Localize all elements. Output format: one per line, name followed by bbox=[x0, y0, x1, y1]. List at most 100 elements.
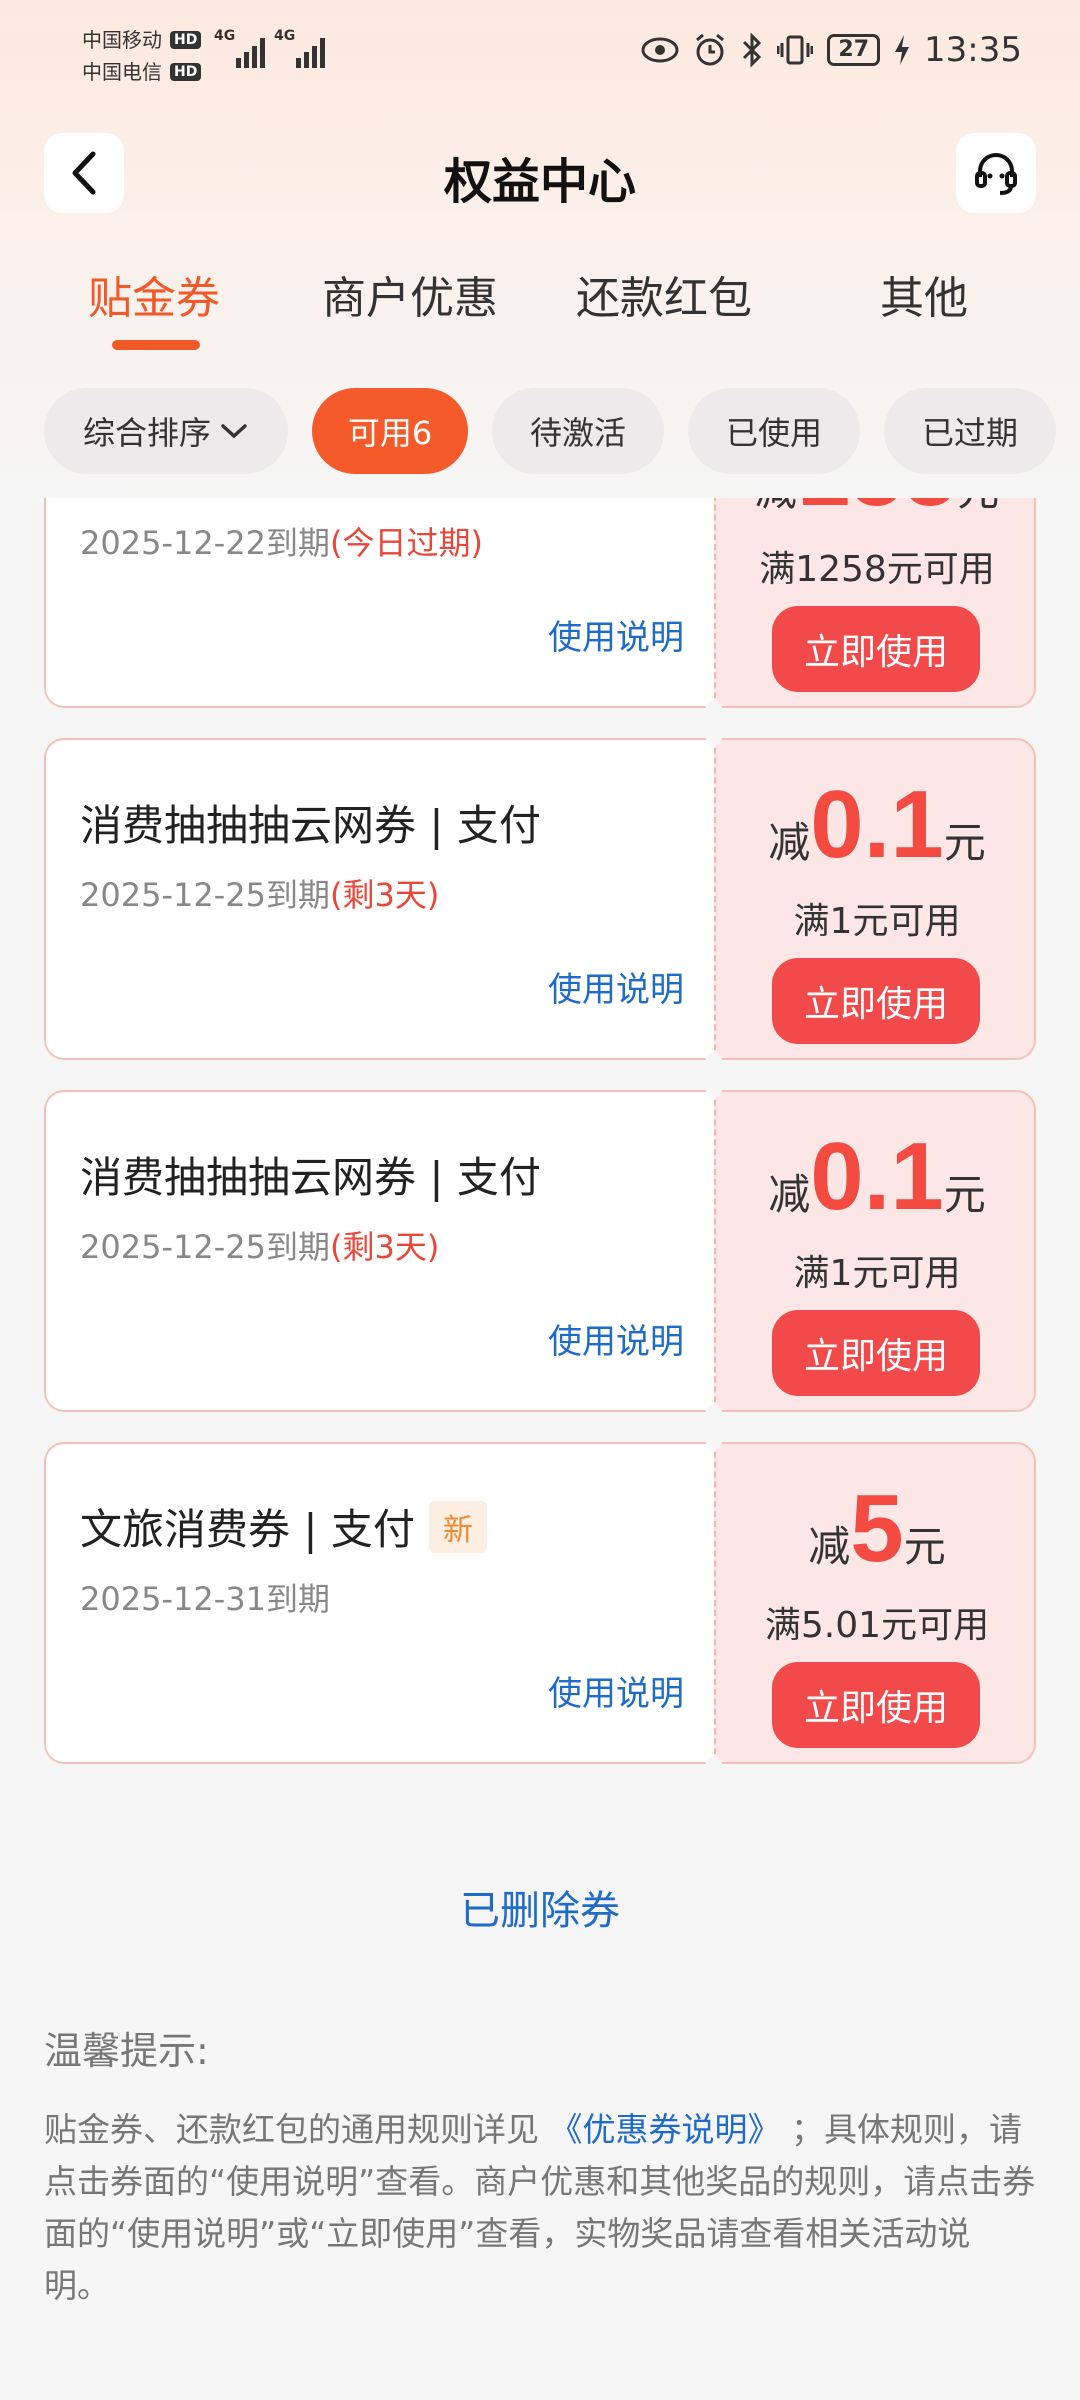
expiry-date: 2025-12-31到期 bbox=[80, 1580, 330, 1618]
status-icons: 27 13:35 bbox=[641, 30, 1022, 70]
coupon-card: 消费抽抽抽云网券 | 支付 2025-12-25到期(剩3天) 使用说明 减0.… bbox=[44, 730, 1036, 1068]
charging-icon bbox=[895, 35, 910, 65]
min-spend-condition: 满1元可用 bbox=[793, 901, 961, 942]
active-tab-indicator bbox=[112, 340, 200, 350]
page-title: 权益中心 bbox=[443, 154, 636, 210]
filter-available[interactable]: 可用6 bbox=[312, 388, 468, 474]
expiry-note: (剩3天) bbox=[329, 876, 440, 914]
eye-icon bbox=[641, 37, 679, 63]
coupon-info: 消费抽抽抽云网券 | 支付 2025-12-25到期(剩3天) 使用说明 bbox=[44, 738, 714, 1060]
usage-instructions-link[interactable]: 使用说明 bbox=[548, 610, 684, 659]
usage-instructions-link[interactable]: 使用说明 bbox=[548, 962, 684, 1011]
page-header: 权益中心 bbox=[0, 130, 1080, 220]
usage-instructions-link[interactable]: 使用说明 bbox=[548, 1666, 684, 1715]
notch bbox=[706, 1082, 722, 1098]
coupon-value: 减155元 满1258元可用 立即使用 bbox=[714, 498, 1036, 708]
tab-repayment-red-packet[interactable]: 还款红包 bbox=[576, 262, 752, 326]
notch bbox=[706, 1404, 722, 1420]
discount-amount: 减155元 bbox=[716, 498, 1038, 528]
sort-label: 综合排序 bbox=[82, 414, 211, 452]
tips-title: 温馨提示: bbox=[44, 2029, 209, 2073]
coupon-info: 文旅消费券 | 支付新 2025-12-31到期 使用说明 bbox=[44, 1442, 714, 1764]
min-spend-condition: 满5.01元可用 bbox=[764, 1605, 990, 1646]
use-now-button[interactable]: 立即使用 bbox=[772, 1662, 980, 1748]
expiry-date: 2025-12-25到期 bbox=[80, 1228, 330, 1266]
amount-suffix: 元 bbox=[943, 1170, 986, 1219]
network-type-2: 4G bbox=[274, 28, 296, 44]
signal-icon bbox=[236, 30, 265, 68]
expiry-note: (剩3天) bbox=[329, 1228, 440, 1266]
amount-suffix: 元 bbox=[903, 1522, 946, 1571]
min-spend-condition: 满1元可用 bbox=[793, 1253, 961, 1294]
coupon-title: 消费抽抽抽云网券 | 支付 bbox=[80, 801, 541, 850]
tab-merchant-offers[interactable]: 商户优惠 bbox=[322, 262, 498, 326]
category-tabs: 贴金券 商户优惠 还款红包 其他 bbox=[0, 262, 1080, 352]
coupon-expiry: 2025-12-31到期 bbox=[80, 1574, 330, 1620]
deleted-coupons-link[interactable]: 已删除券 bbox=[0, 1878, 1080, 1936]
use-now-button[interactable]: 立即使用 bbox=[772, 958, 980, 1044]
coupon-rules-link[interactable]: 《优惠券说明》 bbox=[550, 2110, 781, 2149]
filter-chips: 综合排序 可用6 待激活 已使用 已过期 bbox=[44, 388, 1056, 474]
sort-dropdown[interactable]: 综合排序 bbox=[44, 388, 288, 474]
coupon-expiry: 2025-12-25到期(剩3天) bbox=[80, 1222, 439, 1268]
battery-level: 27 bbox=[827, 34, 881, 66]
coupon-value: 减0.1元 满1元可用 立即使用 bbox=[714, 1090, 1036, 1412]
notch bbox=[706, 1756, 722, 1772]
new-badge: 新 bbox=[428, 1500, 487, 1553]
tips-text-before: 贴金券、还款红包的通用规则详见 bbox=[44, 2110, 550, 2149]
vibrate-icon bbox=[777, 35, 814, 65]
coupon-info: 消费抽抽抽云网券 | 支付 2025-12-25到期(剩3天) 使用说明 bbox=[44, 1090, 714, 1412]
network-type-1: 4G bbox=[214, 28, 236, 44]
hd-badge: HD bbox=[170, 63, 202, 81]
coupon-card: 文旅消费券 | 支付新 2025-12-31到期 使用说明 减5元 满5.01元… bbox=[44, 1434, 1036, 1772]
tips-text: 贴金券、还款红包的通用规则详见 《优惠券说明》 ；具体规则，请点击券面的“使用说… bbox=[44, 2104, 1036, 2312]
amount-number: 0.1 bbox=[810, 771, 944, 878]
use-now-button[interactable]: 立即使用 bbox=[772, 1310, 980, 1396]
notch bbox=[706, 1052, 722, 1068]
clock: 13:35 bbox=[924, 30, 1022, 70]
amount-prefix: 减 bbox=[808, 1522, 851, 1571]
expiry-date: 2025-12-25到期 bbox=[80, 876, 330, 914]
headset-icon bbox=[975, 153, 1017, 195]
filter-pending-activation[interactable]: 待激活 bbox=[492, 388, 664, 474]
filter-expired[interactable]: 已过期 bbox=[884, 388, 1056, 474]
bluetooth-icon bbox=[743, 33, 762, 67]
signal-icon bbox=[296, 30, 325, 68]
amount-prefix: 减 bbox=[768, 1170, 811, 1219]
coupon-expiry: 2025-12-22到期(今日过期) bbox=[80, 518, 483, 564]
coupon-card: 2025-12-22到期(今日过期) 使用说明 减155元 满1258元可用 立… bbox=[44, 498, 1036, 716]
coupon-value: 减0.1元 满1元可用 立即使用 bbox=[714, 738, 1036, 1060]
customer-service-button[interactable] bbox=[956, 133, 1036, 213]
coupon-title: 消费抽抽抽云网券 | 支付 bbox=[80, 1153, 541, 1202]
tab-coupon[interactable]: 贴金券 bbox=[88, 262, 220, 326]
amount-prefix: 减 bbox=[755, 498, 797, 515]
coupon-expiry: 2025-12-25到期(剩3天) bbox=[80, 870, 439, 916]
coupon-card: 消费抽抽抽云网券 | 支付 2025-12-25到期(剩3天) 使用说明 减0.… bbox=[44, 1082, 1036, 1420]
alarm-icon bbox=[696, 33, 725, 66]
coupon-list[interactable]: 2025-12-22到期(今日过期) 使用说明 减155元 满1258元可用 立… bbox=[0, 498, 1080, 1790]
chevron-down-icon bbox=[221, 424, 247, 439]
discount-amount: 减5元 bbox=[716, 1474, 1038, 1584]
expiry-note: (今日过期) bbox=[329, 524, 483, 562]
amount-suffix: 元 bbox=[943, 818, 986, 867]
status-bar: 中国移动 HD 中国电信 HD 4G 4G 27 13:35 bbox=[0, 0, 1080, 110]
coupon-title-text: 文旅消费券 | 支付 bbox=[80, 1505, 415, 1554]
amount-prefix: 减 bbox=[768, 818, 811, 867]
filter-used[interactable]: 已使用 bbox=[688, 388, 860, 474]
coupon-info: 2025-12-22到期(今日过期) 使用说明 bbox=[44, 498, 714, 708]
amount-number: 155 bbox=[797, 498, 957, 526]
expiry-date: 2025-12-22到期 bbox=[80, 524, 330, 562]
carrier-info: 中国移动 HD 中国电信 HD bbox=[82, 24, 202, 88]
amount-number: 5 bbox=[850, 1475, 904, 1582]
notch bbox=[706, 730, 722, 746]
discount-amount: 减0.1元 bbox=[716, 770, 1038, 880]
tab-others[interactable]: 其他 bbox=[880, 262, 968, 326]
use-now-button[interactable]: 立即使用 bbox=[772, 606, 980, 692]
amount-number: 0.1 bbox=[810, 1123, 944, 1230]
min-spend-condition: 满1258元可用 bbox=[759, 549, 995, 590]
notch bbox=[706, 700, 722, 716]
usage-instructions-link[interactable]: 使用说明 bbox=[548, 1314, 684, 1363]
coupon-value: 减5元 满5.01元可用 立即使用 bbox=[714, 1442, 1036, 1764]
carrier-1: 中国移动 bbox=[82, 28, 162, 52]
notch bbox=[706, 1434, 722, 1450]
